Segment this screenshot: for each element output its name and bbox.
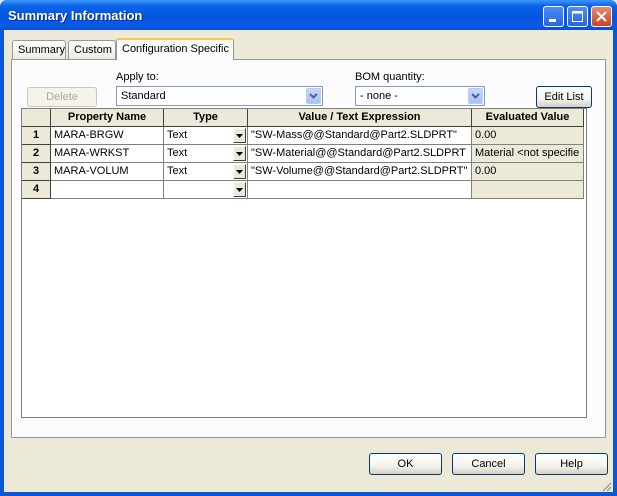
- row-header[interactable]: 3: [22, 163, 51, 181]
- property-name-cell[interactable]: MARA-WRKST: [51, 145, 164, 163]
- value-expression-cell[interactable]: "SW-Mass@@Standard@Part2.SLDPRT": [248, 127, 472, 145]
- evaluated-value-cell: 0.00: [472, 163, 584, 181]
- column-header-value[interactable]: Value / Text Expression: [248, 109, 472, 127]
- apply-to-value: Standard: [121, 90, 166, 102]
- edit-list-button[interactable]: Edit List: [536, 86, 592, 108]
- property-name-cell[interactable]: MARA-BRGW: [51, 127, 164, 145]
- evaluated-value-cell: Material <not specifie: [472, 145, 584, 163]
- apply-to-select[interactable]: Standard: [116, 86, 323, 106]
- tab-custom[interactable]: Custom: [68, 40, 116, 59]
- type-cell[interactable]: Text: [164, 127, 248, 145]
- chevron-down-icon[interactable]: [306, 88, 321, 104]
- bom-quantity-value: - none -: [360, 90, 398, 102]
- maximize-icon: [572, 11, 583, 22]
- row-header[interactable]: 1: [22, 127, 51, 145]
- help-button[interactable]: Help: [535, 453, 608, 475]
- chevron-down-icon[interactable]: [468, 88, 483, 104]
- close-button[interactable]: [591, 6, 612, 27]
- dropdown-arrow-icon[interactable]: [233, 182, 246, 197]
- value-expression-cell[interactable]: "SW-Material@@Standard@Part2.SLDPRT: [248, 145, 472, 163]
- evaluated-value-cell: [472, 181, 584, 199]
- row-header[interactable]: 2: [22, 145, 51, 163]
- minimize-button[interactable]: [543, 6, 564, 27]
- close-icon: [596, 11, 607, 22]
- column-header-property-name[interactable]: Property Name: [51, 109, 164, 127]
- title-bar[interactable]: Summary Information: [0, 0, 617, 30]
- tab-configuration-specific[interactable]: Configuration Specific: [116, 38, 234, 60]
- value-expression-cell[interactable]: "SW-Volume@@Standard@Part2.SLDPRT": [248, 163, 472, 181]
- type-cell[interactable]: [164, 181, 248, 199]
- property-grid[interactable]: Property Name Type Value / Text Expressi…: [21, 108, 587, 418]
- evaluated-value-cell: 0.00: [472, 127, 584, 145]
- property-name-cell[interactable]: [51, 181, 164, 199]
- delete-button[interactable]: Delete: [27, 87, 97, 107]
- type-value: Text: [167, 129, 188, 141]
- minimize-icon: [549, 19, 556, 22]
- row-header[interactable]: 4: [22, 181, 51, 199]
- corner-header: [22, 109, 51, 127]
- type-value: Text: [167, 147, 188, 159]
- tab-summary[interactable]: Summary: [12, 40, 66, 59]
- dialog-client: Summary Custom Configuration Specific De…: [4, 30, 613, 492]
- resize-grip-icon[interactable]: [600, 480, 612, 492]
- value-expression-cell[interactable]: [248, 181, 472, 199]
- dialog-window: Summary Information Summary Custom Confi…: [0, 0, 617, 496]
- bom-quantity-label: BOM quantity:: [355, 71, 425, 83]
- dropdown-arrow-icon[interactable]: [233, 128, 246, 143]
- window-title: Summary Information: [8, 8, 143, 23]
- dropdown-arrow-icon[interactable]: [233, 146, 246, 161]
- type-cell[interactable]: Text: [164, 163, 248, 181]
- ok-button[interactable]: OK: [369, 453, 442, 475]
- apply-to-label: Apply to:: [116, 71, 159, 83]
- column-header-type[interactable]: Type: [164, 109, 248, 127]
- maximize-button[interactable]: [567, 6, 588, 27]
- bom-quantity-select[interactable]: - none -: [355, 86, 485, 106]
- column-header-evaluated-value[interactable]: Evaluated Value: [472, 109, 584, 127]
- type-value: Text: [167, 165, 188, 177]
- type-cell[interactable]: Text: [164, 145, 248, 163]
- dropdown-arrow-icon[interactable]: [233, 164, 246, 179]
- property-name-cell[interactable]: MARA-VOLUM: [51, 163, 164, 181]
- cancel-button[interactable]: Cancel: [452, 453, 525, 475]
